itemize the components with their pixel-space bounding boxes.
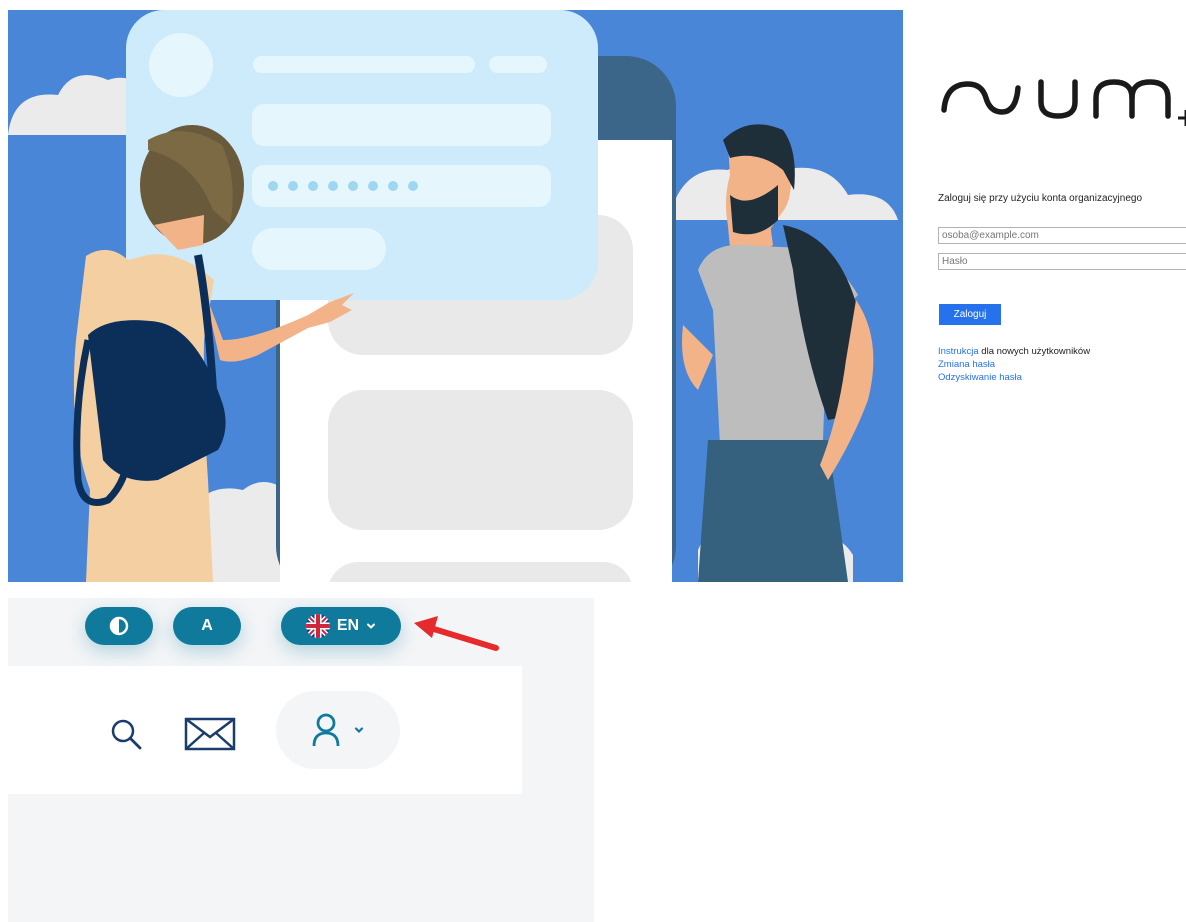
- site-header-snippet: A EN: [8, 598, 594, 922]
- help-links: Instrukcja dla nowych użytkowników Zmian…: [938, 345, 1090, 384]
- user-icon: [312, 713, 340, 747]
- chevron-down-icon: [354, 727, 364, 734]
- instructions-suffix: dla nowych użytkowników: [978, 346, 1091, 357]
- mail-icon: [184, 717, 236, 751]
- font-size-button[interactable]: A: [173, 607, 241, 645]
- messages-button[interactable]: [182, 714, 238, 754]
- language-code: EN: [336, 617, 360, 634]
- search-icon: [111, 719, 142, 750]
- email-field[interactable]: [938, 227, 1186, 244]
- header-icon-bar: [8, 666, 522, 794]
- sum-logo: [941, 79, 1186, 126]
- uk-flag-icon: [305, 614, 330, 638]
- login-button[interactable]: Zaloguj: [939, 304, 1001, 325]
- contrast-toggle-button[interactable]: [85, 607, 153, 645]
- login-panel: Zaloguj się przy użyciu konta organizacy…: [903, 0, 1186, 600]
- user-menu-button[interactable]: [276, 691, 400, 769]
- font-size-label: A: [201, 617, 213, 634]
- contrast-icon: [109, 616, 129, 636]
- annotation-arrow-icon: [414, 616, 499, 651]
- password-field[interactable]: [938, 253, 1186, 270]
- people-login-illustration: [8, 10, 903, 582]
- change-password-link[interactable]: Zmiana hasła: [938, 359, 995, 370]
- instructions-link[interactable]: Instrukcja: [938, 346, 979, 357]
- chevron-down-icon: [367, 623, 376, 629]
- instructions-line: Instrukcja dla nowych użytkowników: [938, 345, 1090, 358]
- language-selector[interactable]: EN: [281, 607, 401, 645]
- hero-illustration: [8, 10, 903, 582]
- login-heading: Zaloguj się przy użyciu konta organizacy…: [938, 193, 1142, 204]
- search-button[interactable]: [106, 714, 146, 754]
- recover-password-link[interactable]: Odzyskiwanie hasła: [938, 372, 1022, 383]
